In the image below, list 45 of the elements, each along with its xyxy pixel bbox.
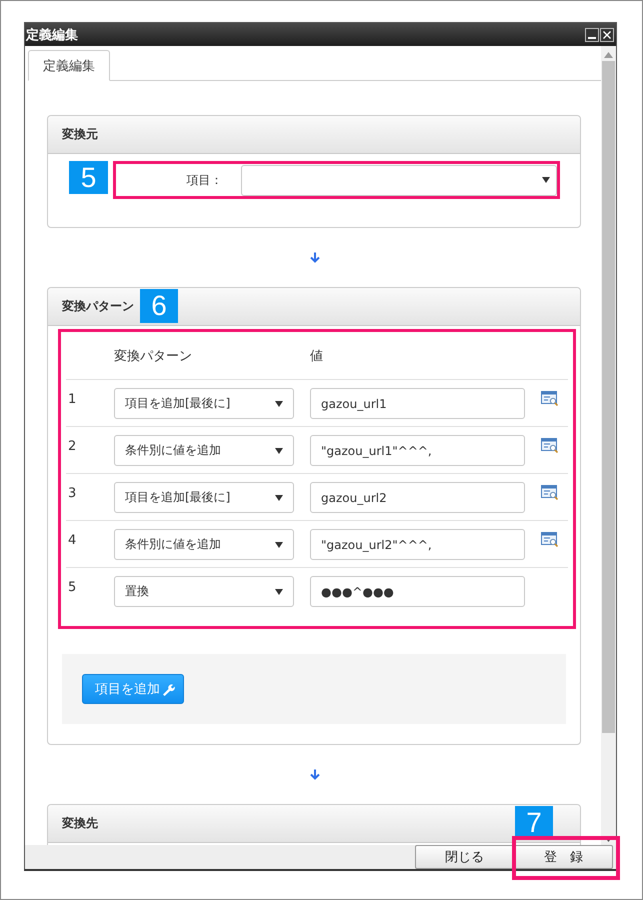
value-field[interactable]: gazou_url2	[310, 482, 525, 513]
minimize-icon[interactable]	[585, 28, 599, 42]
caret-icon	[275, 400, 283, 406]
caret-icon	[275, 588, 283, 594]
pattern-select[interactable]: 項目を追加[最後に]	[114, 482, 294, 513]
scrollbar[interactable]	[601, 46, 616, 845]
caret-icon	[275, 448, 283, 454]
row-number: 3	[67, 485, 78, 501]
tab[interactable]: 定義編集	[28, 50, 110, 81]
footer-button[interactable]: 登 録	[514, 845, 613, 869]
close-icon[interactable]	[600, 28, 614, 42]
field-label: 項目：	[186, 172, 223, 188]
panel-title: 変換パターン	[62, 298, 134, 315]
caret-icon	[275, 542, 283, 548]
value-field[interactable]: "gazou_url2"^^^,	[310, 529, 525, 560]
column-header: 変換パターン	[114, 348, 193, 364]
wrench-icon	[162, 682, 175, 696]
row-number: 4	[67, 532, 78, 548]
table-search-icon[interactable]	[541, 438, 559, 453]
value-field[interactable]: ●●●^●●●	[310, 576, 525, 607]
value-field[interactable]: gazou_url1	[310, 388, 525, 419]
down-arrow-icon	[310, 769, 320, 780]
row-number: 1	[67, 391, 78, 407]
table-search-icon[interactable]	[541, 391, 559, 406]
callout-number: 5	[69, 161, 108, 194]
caret-icon	[542, 177, 550, 183]
footer-button[interactable]: 閉じる	[415, 845, 514, 869]
caret-icon	[275, 494, 283, 500]
row-number: 2	[67, 438, 78, 454]
pattern-select[interactable]: 条件別に値を追加	[114, 529, 294, 560]
column-header: 値	[310, 348, 324, 364]
scroll-thumb[interactable]	[602, 61, 615, 733]
pattern-select[interactable]: 置換	[114, 576, 294, 607]
callout-number: 6	[140, 289, 178, 323]
value-field[interactable]: "gazou_url1"^^^,	[310, 435, 525, 466]
row-number: 5	[67, 579, 78, 595]
table-search-icon[interactable]	[541, 532, 559, 547]
panel-title: 変換先	[62, 815, 98, 832]
scroll-up-icon[interactable]	[604, 52, 613, 58]
table-search-icon[interactable]	[541, 485, 559, 500]
pattern-select[interactable]: 項目を追加[最後に]	[114, 388, 294, 419]
pattern-select[interactable]: 条件別に値を追加	[114, 435, 294, 466]
panel-title: 変換元	[62, 126, 98, 143]
down-arrow-icon	[310, 252, 320, 263]
window-title: 定義編集	[26, 26, 78, 44]
